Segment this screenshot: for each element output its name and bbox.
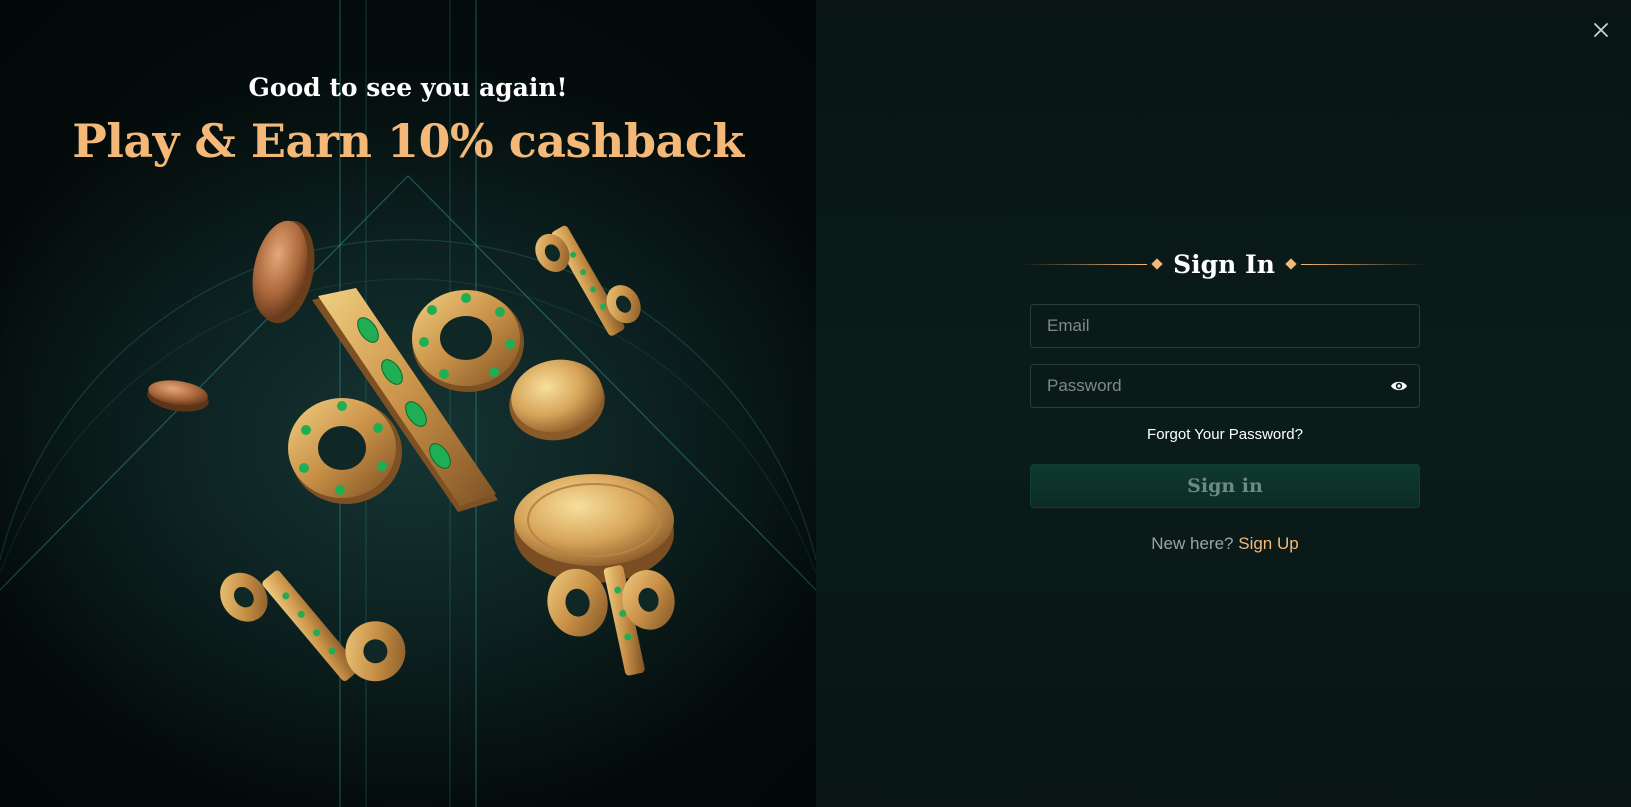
password-input[interactable] (1031, 365, 1379, 407)
promo-subtitle: Good to see you again! (248, 73, 568, 102)
heading-divider-left (1022, 263, 1148, 265)
sign-up-prompt: New here? Sign Up (1030, 534, 1420, 554)
sign-in-heading: Sign In (1173, 249, 1275, 279)
email-field-wrapper (1030, 304, 1420, 348)
toggle-password-visibility-button[interactable] (1379, 365, 1419, 407)
diamond-icon (1285, 258, 1297, 270)
sign-in-panel: Sign In Forgot Your Password? Sign in Ne… (816, 0, 1631, 807)
close-button[interactable] (1589, 18, 1613, 42)
sign-up-link[interactable]: Sign Up (1238, 534, 1298, 553)
sign-in-heading-row: Sign In (1022, 246, 1427, 282)
forgot-password-link[interactable]: Forgot Your Password? (1030, 426, 1420, 443)
eye-icon (1391, 381, 1407, 391)
sign-in-button[interactable]: Sign in (1030, 464, 1420, 508)
email-input[interactable] (1031, 305, 1419, 347)
sign-up-prompt-text: New here? (1151, 534, 1234, 553)
close-icon (1594, 23, 1608, 37)
promo-title: Play & Earn 10% cashback (72, 114, 744, 168)
heading-divider-right (1300, 263, 1427, 265)
promo-panel: Good to see you again! Play & Earn 10% c… (0, 0, 816, 807)
diamond-icon (1151, 258, 1163, 270)
password-field-wrapper (1030, 364, 1420, 408)
